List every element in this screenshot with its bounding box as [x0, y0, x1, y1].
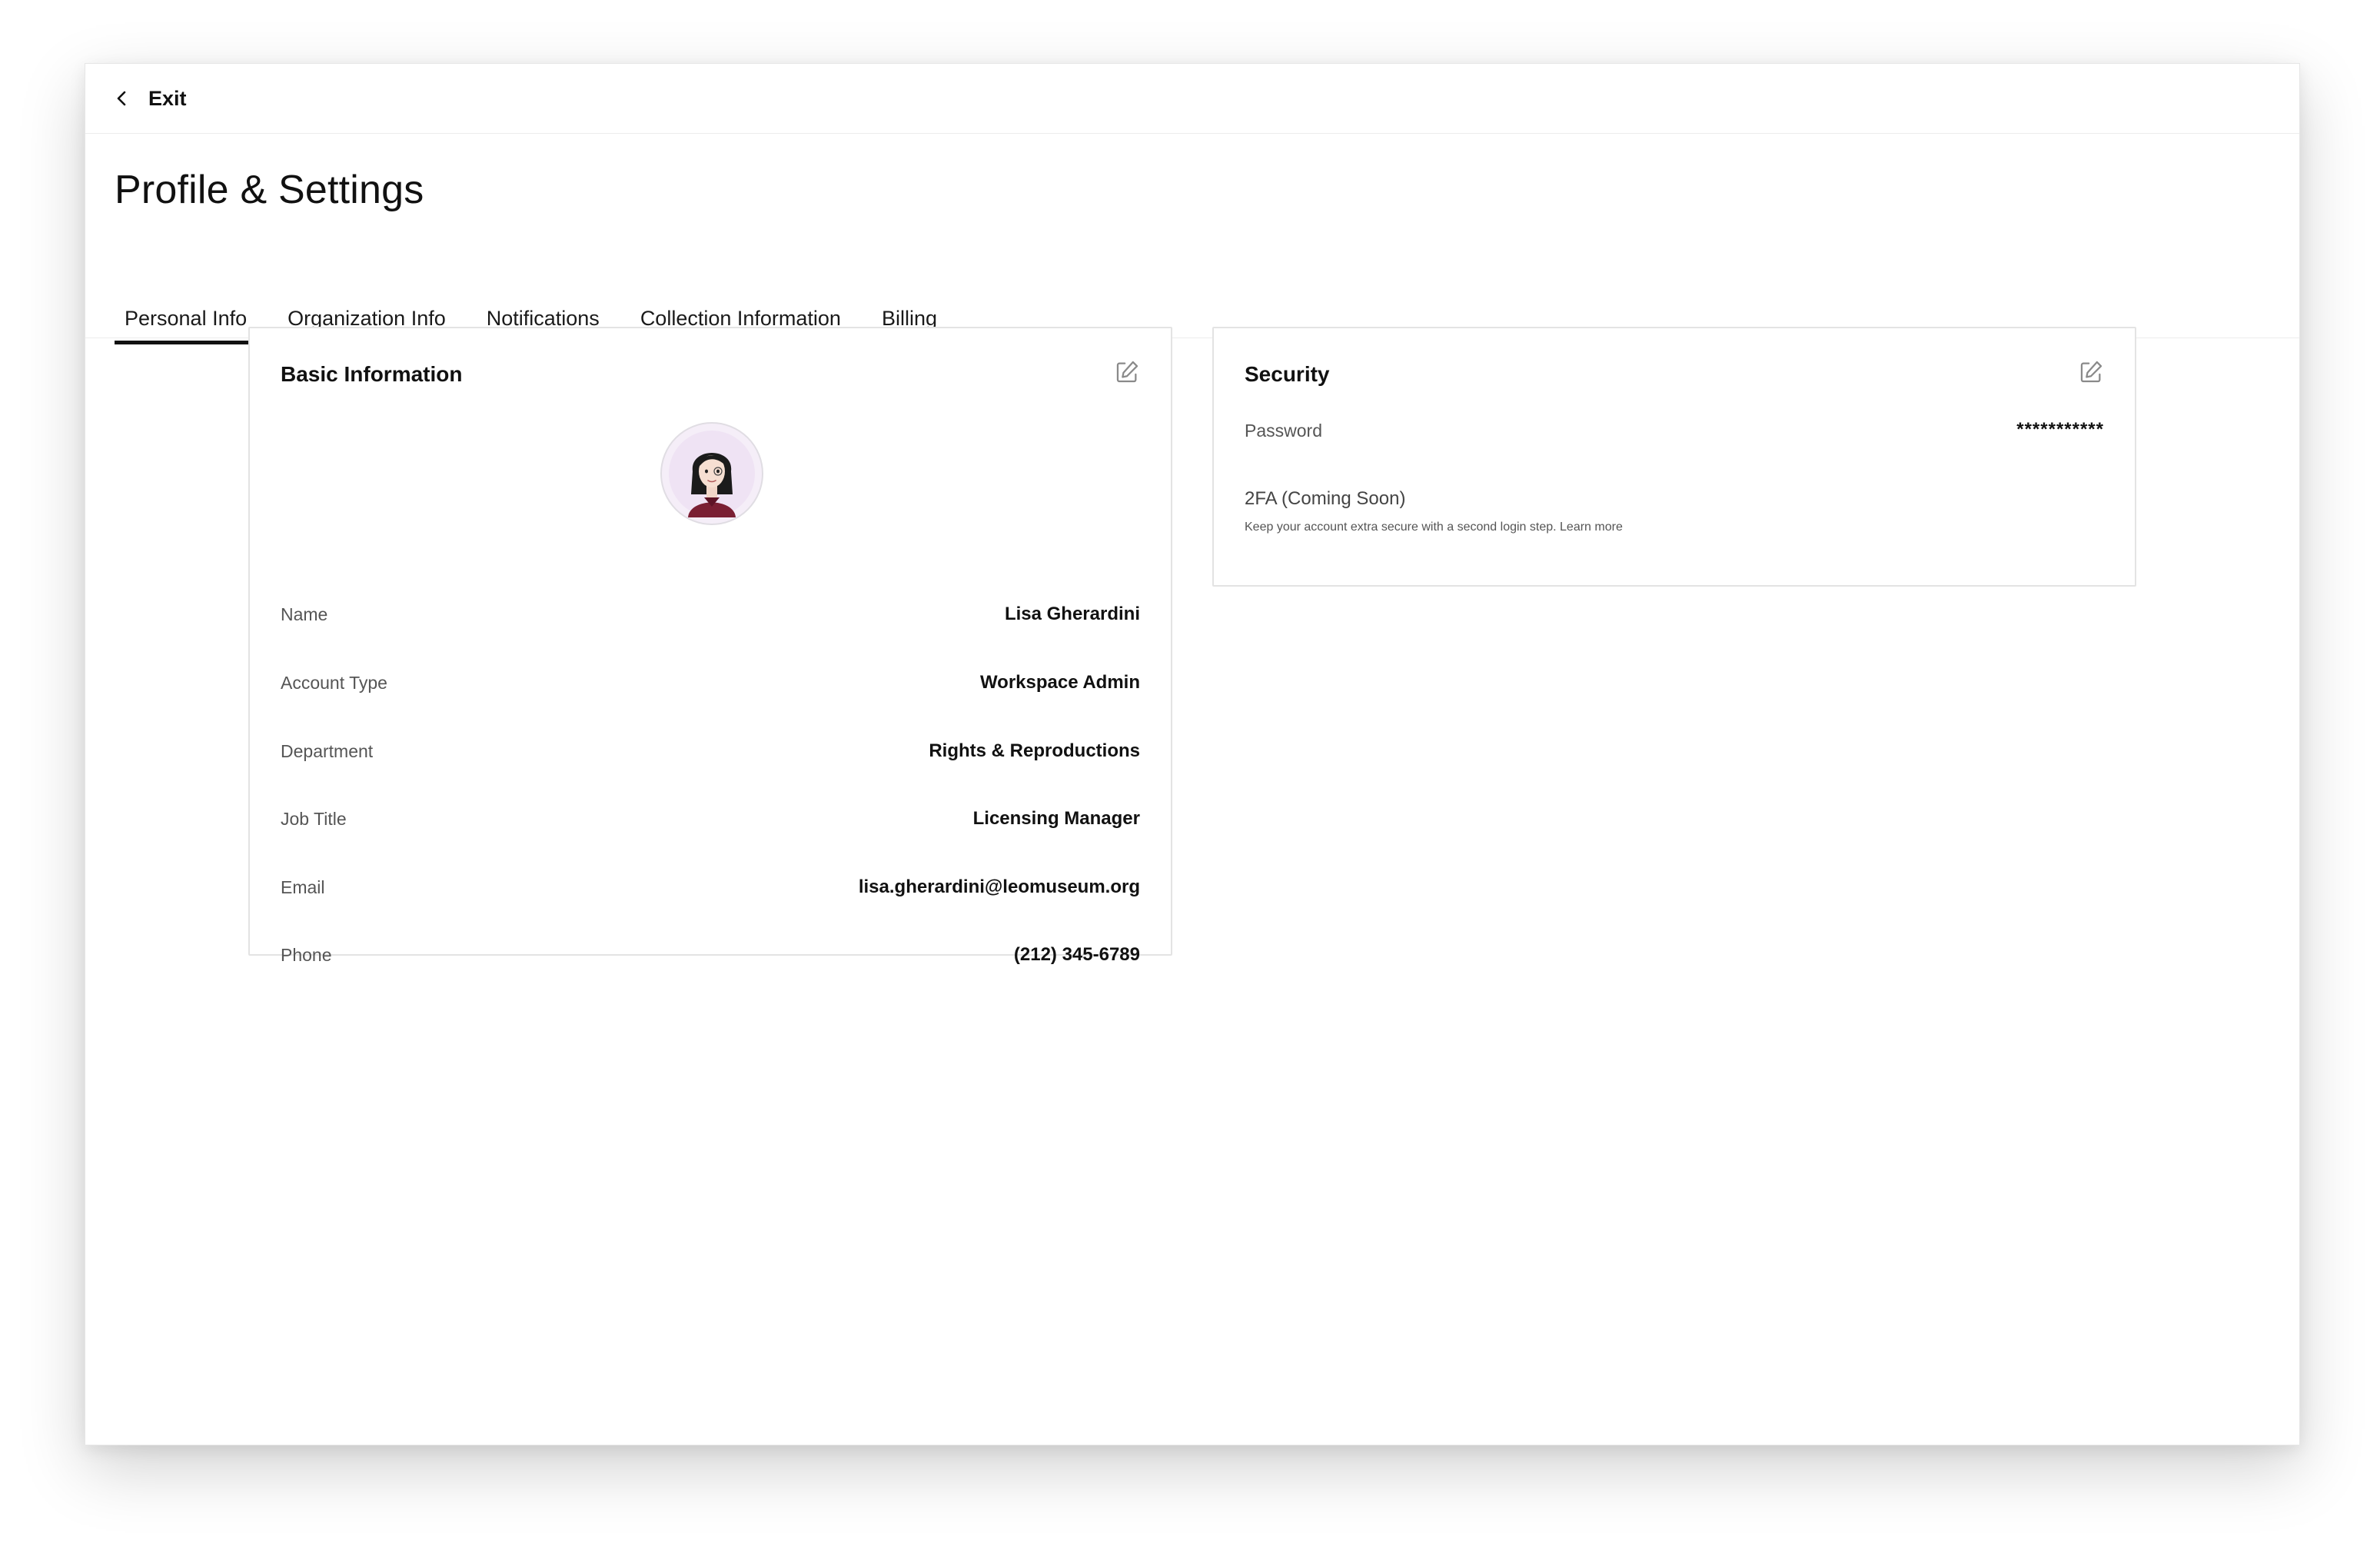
avatar[interactable] — [660, 422, 763, 525]
field-label: Email — [281, 876, 325, 897]
field-value: Workspace Admin — [979, 672, 1140, 693]
basic-information-card: Basic Information Name Lisa Gherardini A… — [248, 327, 1172, 965]
field-value: Licensing Manager — [972, 808, 1140, 829]
field-value: Rights & Reproductions — [929, 740, 1140, 761]
field-label: Account Type — [281, 672, 387, 693]
profile-settings-window: Exit Profile & Settings Personal Info Or… — [85, 63, 2300, 1445]
edit-icon[interactable] — [1114, 359, 1140, 385]
twofa-label: 2FA (Coming Soon) — [1245, 488, 1406, 509]
field-row-account-type: Account Type Workspace Admin — [281, 667, 1140, 698]
field-label: Name — [281, 604, 328, 624]
field-value: Lisa Gherardini — [1004, 604, 1140, 624]
basic-information-title: Basic Information — [281, 362, 463, 386]
security-card: Security Password *********** 2FA (Comin… — [1212, 327, 2136, 587]
field-label: Phone — [281, 944, 332, 965]
user-avatar-illustration — [669, 431, 755, 517]
exit-label: Exit — [148, 86, 187, 110]
tab-personal-info[interactable]: Personal Info — [115, 302, 258, 344]
twofa-description: Keep your account extra secure with a se… — [1245, 521, 1623, 534]
exit-button[interactable]: Exit — [113, 87, 187, 111]
field-label: Job Title — [281, 808, 347, 829]
password-value: *********** — [2016, 419, 2104, 440]
field-label: Department — [281, 740, 374, 761]
field-row-email: Email lisa.gherardini@leomuseum.org — [281, 872, 1140, 903]
chevron-left-icon — [117, 91, 126, 106]
field-row-job-title: Job Title Licensing Manager — [281, 803, 1140, 834]
field-row-name: Name Lisa Gherardini — [281, 599, 1140, 630]
page-title: Profile & Settings — [115, 168, 424, 212]
field-row-phone: Phone (212) 345-6789 — [281, 940, 1140, 970]
password-label: Password — [1245, 421, 1322, 441]
field-row-department: Department Rights & Reproductions — [281, 736, 1140, 767]
field-value: (212) 345-6789 — [1013, 944, 1140, 965]
top-bar: Exit — [85, 64, 2299, 134]
security-title: Security — [1245, 362, 1330, 386]
field-value: lisa.gherardini@leomuseum.org — [858, 876, 1140, 897]
edit-icon[interactable] — [2078, 359, 2104, 385]
